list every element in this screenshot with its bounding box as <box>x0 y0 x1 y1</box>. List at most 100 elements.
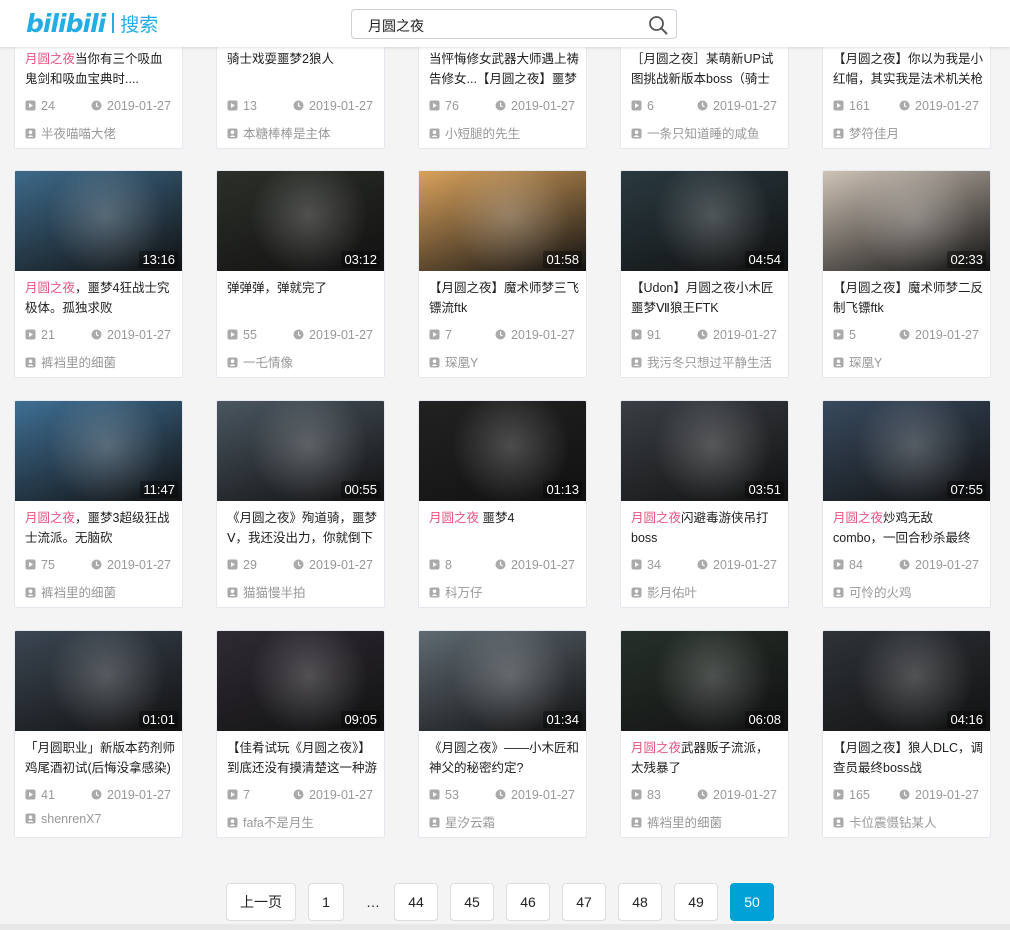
video-card[interactable]: 01:58 【月圆之夜】魔术师梦三飞镖流ftk 7 2019-01-27 琛凰Y <box>418 170 587 378</box>
uploader-name: 卡位震慑钻某人 <box>849 816 937 830</box>
uploader[interactable]: 半夜喵喵大佬 <box>25 123 175 142</box>
uploader[interactable]: fafa不是月生 <box>227 812 377 831</box>
video-thumbnail[interactable]: 06:08 <box>621 631 788 731</box>
upload-date: 2019-01-27 <box>91 328 171 342</box>
uploader[interactable]: 我污冬只想过平静生活 <box>631 352 781 371</box>
video-thumbnail[interactable]: 00:55 <box>217 401 384 501</box>
upload-date-text: 2019-01-27 <box>511 99 575 113</box>
video-title[interactable]: 月圆之夜 噩梦4 <box>429 508 579 548</box>
uploader[interactable]: 梦符佳月 <box>833 123 983 142</box>
video-title[interactable]: 月圆之夜炒鸡无敌combo，一回合秒杀最终boss小红 <box>833 508 983 548</box>
video-title[interactable]: 【月圆之夜】魔术师梦二反制飞镖ftk <box>833 278 983 318</box>
video-title[interactable]: 【月圆之夜】你以为我是小红帽，其实我是法术机关枪 <box>833 49 983 89</box>
video-title[interactable]: 「月圆职业」新版本药剂师鸡尾酒初试(后悔没拿感染) <box>25 738 175 778</box>
page-49-button[interactable]: 49 <box>674 883 718 921</box>
search-icon[interactable] <box>648 15 668 35</box>
video-card[interactable]: 01:13 月圆之夜 噩梦4 8 2019-01-27 科万仔 <box>418 400 587 608</box>
uploader[interactable]: 裤裆里的细菌 <box>25 582 175 601</box>
page-47-button[interactable]: 47 <box>562 883 606 921</box>
bilibili-logo[interactable]: bilibili 搜索 <box>26 7 158 39</box>
video-title[interactable]: 《月圆之夜》——小木匠和神父的秘密约定? <box>429 738 579 778</box>
video-thumbnail[interactable]: 13:16 <box>15 171 182 271</box>
video-card[interactable]: 04:16 【月圆之夜】狼人DLC，调查员最终boss战 165 2019-01-27… <box>822 630 991 838</box>
video-thumbnail[interactable]: 04:16 <box>823 631 990 731</box>
video-meta: 53 2019-01-27 <box>429 788 579 804</box>
video-card[interactable]: 13:16 月圆之夜，噩梦4狂战士究极体。孤独求败 21 2019-01-27 裤裆里的… <box>14 170 183 378</box>
page-46-button[interactable]: 46 <box>506 883 550 921</box>
video-card[interactable]: 07:55 月圆之夜炒鸡无敌combo，一回合秒杀最终boss小红 84 2019-0… <box>822 400 991 608</box>
uploader[interactable]: 一条只知道睡的咸鱼 <box>631 123 781 142</box>
upload-date: 2019-01-27 <box>293 328 373 342</box>
video-title[interactable]: 【月圆之夜】魔术师梦三飞镖流ftk <box>429 278 579 318</box>
video-card[interactable]: 03:12 弹弹弹，弹就完了 55 2019-01-27 一乇情像 <box>216 170 385 378</box>
uploader[interactable]: 本糖棒棒是主体 <box>227 123 377 142</box>
view-count: 29 <box>227 558 257 572</box>
video-card[interactable]: 01:34 《月圆之夜》——小木匠和神父的秘密约定? 53 2019-01-27 星汐云… <box>418 630 587 838</box>
user-icon <box>227 817 238 828</box>
uploader[interactable]: 影月佑叶 <box>631 582 781 601</box>
video-card[interactable]: 11:47 月圆之夜，噩梦3超级狂战士流派。无脑砍 75 2019-01-27 裤裆里的… <box>14 400 183 608</box>
page-1-button[interactable]: 1 <box>308 883 344 921</box>
uploader[interactable]: 琛凰Y <box>429 352 579 371</box>
page-45-button[interactable]: 45 <box>450 883 494 921</box>
prev-page-button[interactable]: 上一页 <box>226 883 296 921</box>
video-title[interactable]: ［月圆之夜］某萌新UP试图挑战新版本boss（骑士噩 <box>631 49 781 89</box>
play-count-icon <box>833 559 844 570</box>
video-title[interactable]: 月圆之夜闪避毒游侠吊打boss <box>631 508 781 548</box>
video-meta: 75 2019-01-27 <box>25 558 175 574</box>
page-44-button[interactable]: 44 <box>394 883 438 921</box>
video-thumbnail[interactable]: 03:12 <box>217 171 384 271</box>
video-title[interactable]: 当怦悔修女武器大师遇上祷告修女...【月圆之夜】噩梦 <box>429 49 579 89</box>
video-title[interactable]: 月圆之夜武器贩子流派，太残暴了 <box>631 738 781 778</box>
video-thumbnail[interactable]: 01:34 <box>419 631 586 731</box>
uploader-name: 一条只知道睡的咸鱼 <box>647 127 760 141</box>
video-thumbnail[interactable]: 01:58 <box>419 171 586 271</box>
video-thumbnail[interactable]: 02:33 <box>823 171 990 271</box>
video-thumbnail[interactable]: 11:47 <box>15 401 182 501</box>
uploader[interactable]: 裤裆里的细菌 <box>631 812 781 831</box>
video-title[interactable]: 【Udon】月圆之夜小木匠噩梦Ⅶ狼王FTK <box>631 278 781 318</box>
page-48-button[interactable]: 48 <box>618 883 662 921</box>
uploader[interactable]: 一乇情像 <box>227 352 377 371</box>
video-title[interactable]: 【佳肴试玩《月圆之夜》】到底还没有摸清楚这一种游 <box>227 738 377 778</box>
play-count-icon <box>631 100 642 111</box>
video-card[interactable]: 02:33 【月圆之夜】魔术师梦二反制飞镖ftk 5 2019-01-27 琛凰Y <box>822 170 991 378</box>
uploader[interactable]: shenrenX7 <box>25 812 175 826</box>
uploader[interactable]: 猫猫慢半拍 <box>227 582 377 601</box>
video-title[interactable]: 弹弹弹，弹就完了 <box>227 278 377 318</box>
uploader[interactable]: 科万仔 <box>429 582 579 601</box>
uploader[interactable]: 裤裆里的细菌 <box>25 352 175 371</box>
video-card[interactable]: 09:05 【佳肴试玩《月圆之夜》】到底还没有摸清楚这一种游 7 2019-01-27… <box>216 630 385 838</box>
video-thumbnail[interactable]: 01:01 <box>15 631 182 731</box>
video-card[interactable]: 04:54 【Udon】月圆之夜小木匠噩梦Ⅶ狼王FTK 91 2019-01-27 我污… <box>620 170 789 378</box>
video-title[interactable]: 月圆之夜，噩梦3超级狂战士流派。无脑砍 <box>25 508 175 548</box>
user-icon <box>631 817 642 828</box>
video-card[interactable]: 00:55 《月圆之夜》殉道骑，噩梦Ⅴ，我还没出力，你就倒下 29 2019-01-2… <box>216 400 385 608</box>
video-title[interactable]: 【月圆之夜】狼人DLC，调查员最终boss战 <box>833 738 983 778</box>
uploader[interactable]: 琛凰Y <box>833 352 983 371</box>
user-icon <box>833 357 844 368</box>
video-thumbnail[interactable]: 01:13 <box>419 401 586 501</box>
video-card[interactable]: 01:01 「月圆职业」新版本药剂师鸡尾酒初试(后悔没拿感染) 41 2019-01-… <box>14 630 183 838</box>
video-title[interactable]: 月圆之夜，噩梦4狂战士究极体。孤独求败 <box>25 278 175 318</box>
search-input[interactable] <box>366 15 640 37</box>
uploader[interactable]: 可怜的火鸡 <box>833 582 983 601</box>
uploader[interactable]: 星汐云霜 <box>429 812 579 831</box>
video-title[interactable]: 骑士戏耍噩梦2狼人 <box>227 49 377 89</box>
page-50-button-current[interactable]: 50 <box>730 883 774 921</box>
view-count-text: 83 <box>647 788 661 802</box>
video-thumbnail[interactable]: 03:51 <box>621 401 788 501</box>
uploader[interactable]: 卡位震慑钻某人 <box>833 812 983 831</box>
title-text: 【月圆之夜】魔术师梦三飞镖流ftk <box>429 281 579 315</box>
video-card[interactable]: 06:08 月圆之夜武器贩子流派，太残暴了 83 2019-01-27 裤裆里的细菌 <box>620 630 789 838</box>
video-thumbnail[interactable]: 09:05 <box>217 631 384 731</box>
video-thumbnail[interactable]: 07:55 <box>823 401 990 501</box>
video-title[interactable]: 《月圆之夜》殉道骑，噩梦Ⅴ，我还没出力，你就倒下 <box>227 508 377 548</box>
play-count-icon <box>25 559 36 570</box>
video-title[interactable]: 月圆之夜当你有三个吸血鬼剑和吸血宝典时.... <box>25 49 175 89</box>
video-thumbnail[interactable]: 04:54 <box>621 171 788 271</box>
view-count-text: 13 <box>243 99 257 113</box>
uploader[interactable]: 小短腿的先生 <box>429 123 579 142</box>
video-card[interactable]: 03:51 月圆之夜闪避毒游侠吊打boss 34 2019-01-27 影月佑叶 <box>620 400 789 608</box>
view-count: 34 <box>631 558 661 572</box>
